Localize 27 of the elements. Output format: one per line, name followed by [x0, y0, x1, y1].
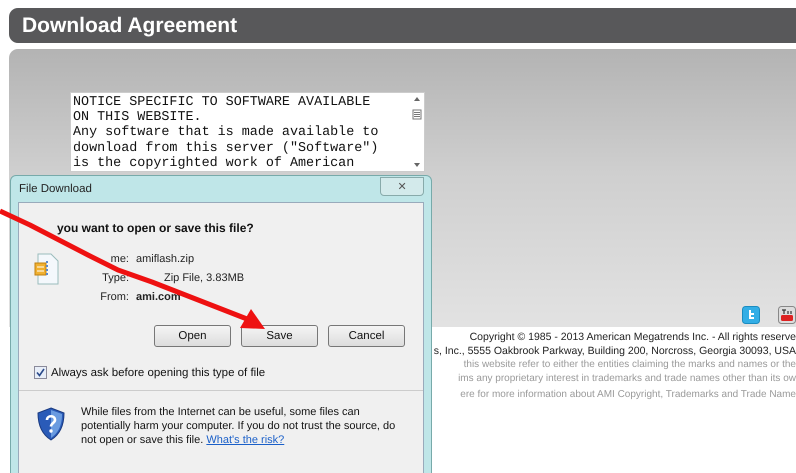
warning-text: While files from the Internet can be useful, some files can potentially harm your computer. If you do not trust the source, do not open or save this file. What's the risk?: [81, 405, 396, 447]
footer-text: Copyright © 1985 - 2013 American Megatrends Inc. - All rights reserve: [470, 331, 796, 344]
dialog-question: you want to open or save this file?: [57, 221, 255, 235]
field-value: amiflash.zip: [136, 253, 194, 266]
checkbox-label: Always ask before opening this type of file: [51, 366, 266, 378]
dialog-title: File Download: [18, 183, 92, 195]
close-button[interactable]: ✕: [380, 176, 424, 196]
dialog-button[interactable]: Cancel: [328, 325, 405, 347]
field-label: me:: [110, 253, 129, 266]
agreement-text: download from this server ("Software"): [73, 140, 380, 156]
field-label: Type:: [102, 272, 129, 285]
field-value: ami.com: [136, 291, 181, 304]
agreement-text: is the copyrighted work of American: [73, 156, 356, 171]
field-value: Zip File, 3.83MB: [164, 272, 244, 285]
risk-link[interactable]: What's the risk?: [206, 434, 284, 446]
agreement-text: Any software that is made available to: [73, 125, 380, 141]
footer-text: this website refer to either the entities claiming the marks and names or the: [464, 358, 796, 372]
agreement-text-area[interactable]: NOTICE SPECIFIC TO SOFTWARE AVAILABLE ON THIS WEBSITE. Any software that is made available to download from this server ("Software") is the copyrighted work of American: [70, 92, 425, 172]
dialog-button[interactable]: Open: [154, 325, 231, 347]
field-label: From:: [100, 291, 129, 304]
footer-text: ims any proprietary interest in trademarks and trade names other than its ow: [458, 372, 796, 385]
dialog-button[interactable]: Save: [241, 325, 318, 347]
agreement-text: NOTICE SPECIFIC TO SOFTWARE AVAILABLE: [73, 95, 372, 110]
footer-text: s, Inc., 5555 Oakbrook Parkway, Building 200, Norcross, Georgia 30093, USA: [434, 344, 796, 358]
agreement-text: ON THIS WEBSITE.: [73, 110, 202, 126]
footer-text: ere for more information about AMI Copyright, Trademarks and Trade Name: [460, 388, 796, 402]
page-title: Download Agreement: [22, 14, 238, 38]
